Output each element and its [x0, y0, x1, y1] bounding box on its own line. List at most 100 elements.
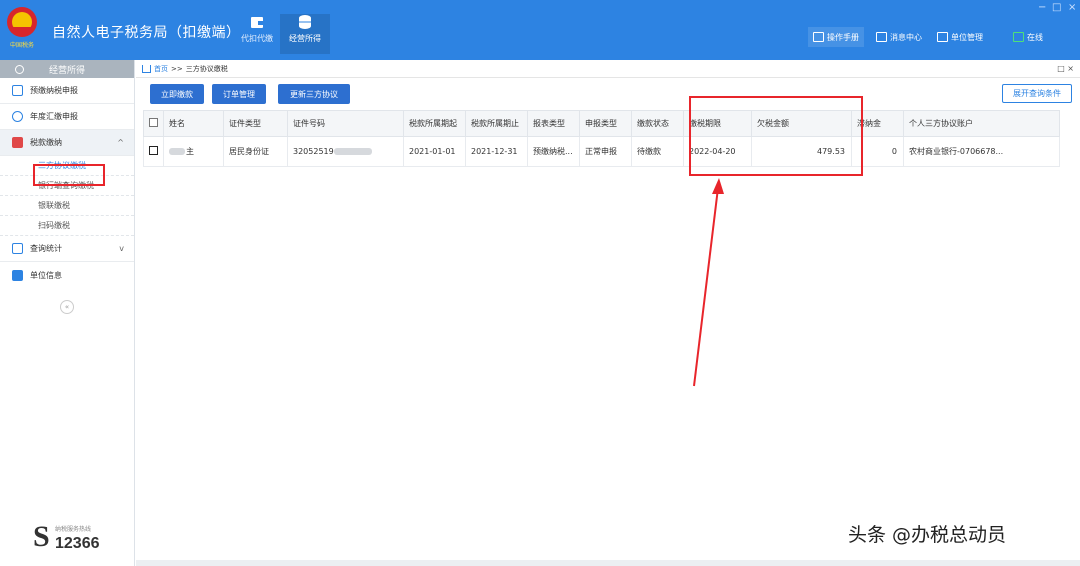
- tax-emblem-logo: 中国税务: [7, 7, 37, 49]
- unit-manage-label: 单位管理: [951, 32, 983, 42]
- hotline-icon: S: [33, 520, 50, 553]
- module-business-income-label: 经营所得: [289, 34, 321, 43]
- wallet-icon: [251, 17, 263, 28]
- redacted-id: [333, 148, 372, 155]
- tax-table: 姓名 证件类型 证件号码 税款所属期起 税款所属期止 报表类型 申报类型 缴款状…: [143, 110, 1060, 167]
- sidebar-subitem-label: 扫码缴税: [38, 221, 70, 230]
- report-type-cell: 预缴纳税...: [527, 136, 580, 167]
- pay-status-cell: 待缴款: [631, 136, 684, 167]
- coins-icon: [299, 15, 311, 29]
- column-header: 缴款状态: [631, 110, 684, 137]
- expand-query-button[interactable]: 展开查询条件: [1002, 84, 1072, 103]
- sidebar-item-prepay-declare[interactable]: 预缴纳税申报: [0, 78, 134, 104]
- module-withholding-label: 代扣代缴: [241, 34, 273, 43]
- sidebar-item-annual-declare[interactable]: 年度汇缴申报: [0, 104, 134, 130]
- coin-icon: [15, 64, 24, 74]
- period-start-cell: 2021-01-01: [403, 136, 466, 167]
- sidebar-item-label: 税款缴纳: [30, 138, 62, 147]
- minimize-button[interactable]: −: [1038, 2, 1046, 13]
- column-header: 证件类型: [223, 110, 288, 137]
- messages-link[interactable]: 消息中心: [876, 27, 922, 47]
- home-icon: [142, 64, 151, 73]
- unit-manage-link[interactable]: 单位管理: [937, 27, 983, 47]
- sidebar-item-label: 预缴纳税申报: [30, 86, 78, 95]
- clock-icon: [12, 111, 23, 122]
- sidebar-subitem-scan-pay[interactable]: 扫码缴税: [0, 216, 134, 236]
- row-select-cell[interactable]: [143, 136, 164, 167]
- hotline-number: 12366: [55, 535, 100, 552]
- name-suffix: 主: [186, 147, 194, 156]
- sidebar-item-label: 年度汇缴申报: [30, 112, 78, 121]
- column-header: 税款所属期起: [403, 110, 466, 137]
- sidebar-subitem-unionpay-pay[interactable]: 银联缴税: [0, 196, 134, 216]
- pay-now-button[interactable]: 立即缴款: [150, 84, 204, 104]
- chevron-up-icon: ^: [117, 138, 124, 147]
- breadcrumb-home[interactable]: 首页: [154, 64, 168, 74]
- messages-label: 消息中心: [890, 32, 922, 42]
- column-header: 报表类型: [527, 110, 580, 137]
- hotline: S 纳税服务热线 12366: [33, 520, 113, 553]
- name-cell: 主: [163, 136, 224, 167]
- id-type-cell: 居民身份证: [223, 136, 288, 167]
- hotline-label: 纳税服务热线: [55, 526, 92, 533]
- payment-icon: [12, 137, 23, 148]
- online-status[interactable]: 在线: [1013, 27, 1043, 47]
- table-row[interactable]: 主 居民身份证 32052519 2021-01-01 2021-12-31 预…: [143, 136, 1060, 167]
- info-icon: [12, 269, 23, 281]
- declare-type-cell: 正常申报: [579, 136, 632, 167]
- sidebar: 经营所得 预缴纳税申报 年度汇缴申报 税款缴纳 ^ 三方协议缴税 银行端查询缴税…: [0, 60, 135, 566]
- sidebar-item-label: 查询统计: [30, 244, 62, 253]
- book-icon: [813, 32, 824, 42]
- select-all-checkbox[interactable]: [149, 118, 158, 127]
- sidebar-subitem-label: 银联缴税: [38, 201, 70, 210]
- document-icon: [12, 85, 23, 96]
- breadcrumb-current: 三方协议缴税: [185, 64, 228, 73]
- highlight-box-deadline-amount: [689, 96, 863, 176]
- period-end-cell: 2021-12-31: [465, 136, 528, 167]
- column-header: 申报类型: [579, 110, 632, 137]
- table-header-row: 姓名 证件类型 证件号码 税款所属期起 税款所属期止 报表类型 申报类型 缴款状…: [143, 110, 1060, 137]
- sidebar-item-tax-payment[interactable]: 税款缴纳 ^: [0, 130, 134, 156]
- module-business-income[interactable]: 经营所得: [280, 14, 330, 54]
- close-window-button[interactable]: ×: [1068, 2, 1076, 13]
- column-header: 个人三方协议账户: [903, 110, 1060, 137]
- select-all-cell[interactable]: [143, 110, 164, 137]
- id-number-prefix: 32052519: [293, 147, 334, 156]
- maximize-button[interactable]: □: [1052, 2, 1061, 13]
- sidebar-item-query-stats[interactable]: 查询统计 v: [0, 236, 134, 262]
- watermark: 头条 @办税总动员: [848, 524, 1007, 546]
- account-cell: 农村商业银行-0706678...: [903, 136, 1060, 167]
- manual-label: 操作手册: [827, 32, 859, 42]
- annotation-arrow: [693, 178, 724, 387]
- chevron-down-icon: v: [119, 244, 124, 253]
- sidebar-item-unit-info[interactable]: 单位信息: [0, 262, 134, 288]
- main-panel: 首页 >> 三方协议缴税 □ × 立即缴款 订单管理 更新三方协议 展开查询条件…: [136, 60, 1080, 566]
- sidebar-item-label: 单位信息: [30, 270, 62, 280]
- module-withholding[interactable]: 代扣代缴: [232, 14, 282, 54]
- highlight-box-subitem: [33, 164, 105, 186]
- redacted-name: [169, 148, 185, 155]
- update-agreement-button[interactable]: 更新三方协议: [278, 84, 350, 104]
- row-checkbox[interactable]: [149, 146, 158, 155]
- toolbar: 立即缴款 订单管理 更新三方协议 展开查询条件: [136, 78, 1080, 108]
- column-header: 姓名: [163, 110, 224, 137]
- manual-link[interactable]: 操作手册: [808, 27, 864, 47]
- sidebar-header: 经营所得: [0, 60, 134, 78]
- monitor-icon: [1013, 32, 1024, 42]
- panel-controls[interactable]: □ ×: [1057, 64, 1074, 73]
- column-header: 证件号码: [287, 110, 404, 137]
- stats-icon: [12, 243, 23, 254]
- breadcrumb: 首页 >> 三方协议缴税: [136, 60, 1080, 78]
- bottom-strip: [136, 560, 1080, 566]
- top-bar: 中国税务 自然人电子税务局（扣缴端） 代扣代缴 经营所得 − □ × 操作手册 …: [0, 0, 1080, 60]
- breadcrumb-separator: >>: [171, 64, 183, 73]
- column-header: 税款所属期止: [465, 110, 528, 137]
- order-manage-button[interactable]: 订单管理: [212, 84, 266, 104]
- collapse-sidebar-button[interactable]: «: [60, 300, 74, 314]
- building-icon: [937, 32, 948, 42]
- sidebar-header-label: 经营所得: [48, 65, 85, 76]
- mail-icon: [876, 32, 887, 42]
- app-title: 自然人电子税务局（扣缴端）: [52, 25, 241, 41]
- svg-text:中国税务: 中国税务: [10, 41, 34, 49]
- online-label: 在线: [1027, 32, 1043, 42]
